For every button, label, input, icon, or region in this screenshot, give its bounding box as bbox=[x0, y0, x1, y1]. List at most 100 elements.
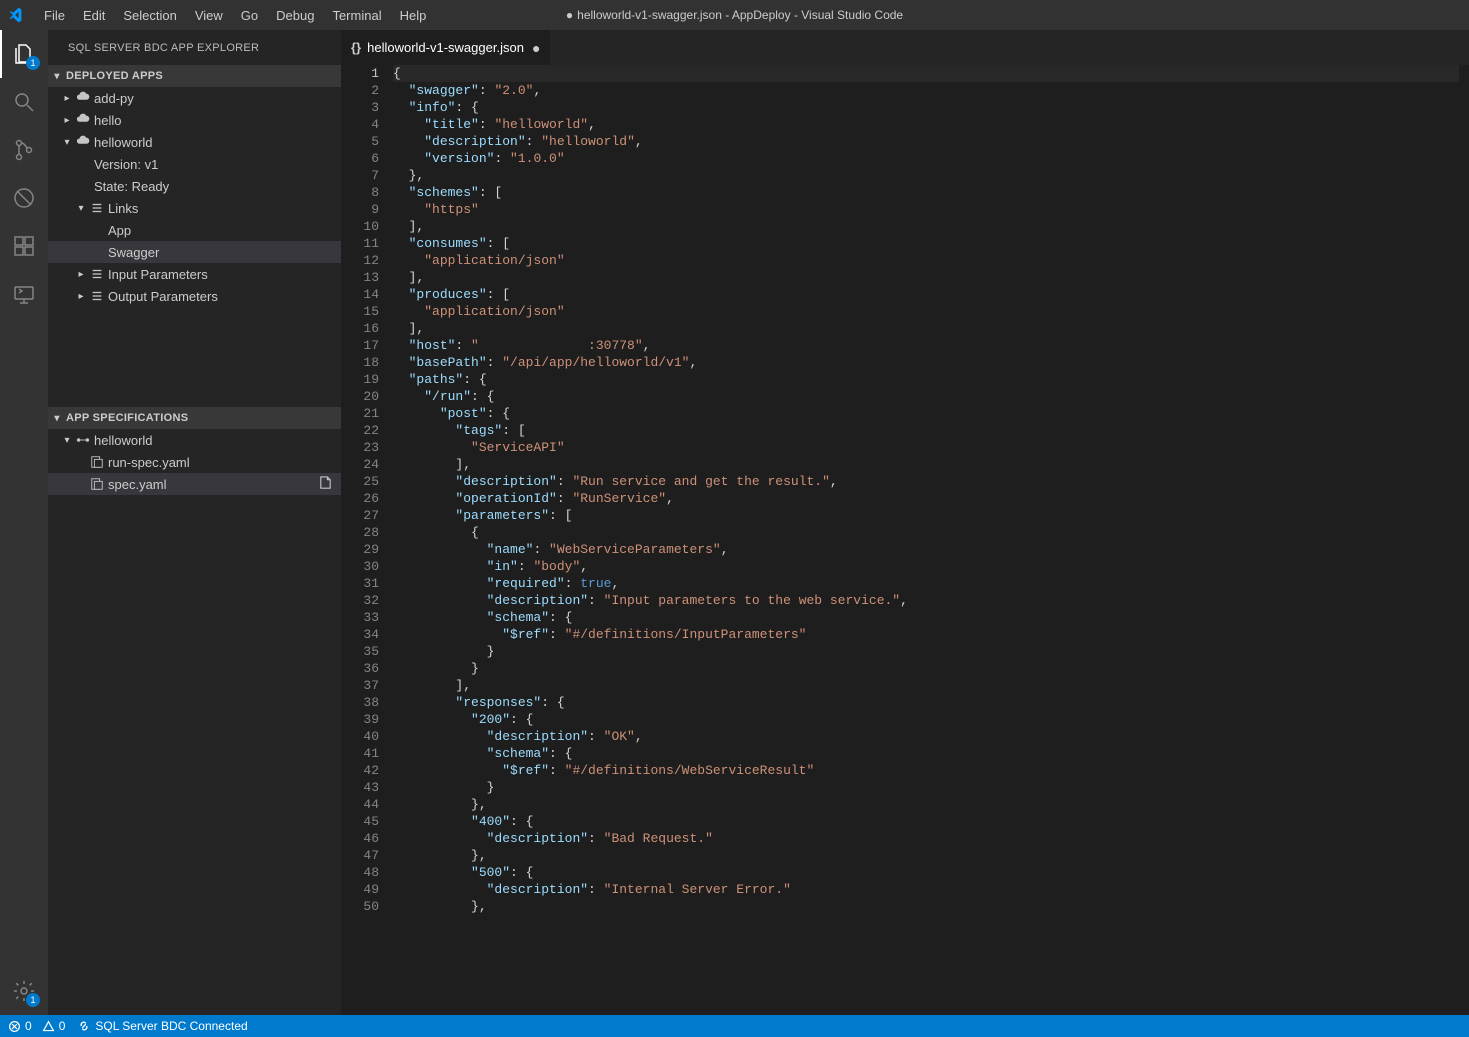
modified-dot-icon: ● bbox=[530, 40, 540, 56]
menu-edit[interactable]: Edit bbox=[74, 0, 114, 30]
tree-item-hello[interactable]: ▸ hello bbox=[48, 109, 341, 131]
line-number: 5 bbox=[341, 133, 379, 150]
code-line[interactable]: "schema": { bbox=[393, 745, 1459, 762]
cloud-icon bbox=[74, 113, 92, 127]
code-line[interactable]: }, bbox=[393, 847, 1459, 864]
code-line[interactable]: "paths": { bbox=[393, 371, 1459, 388]
tree-item-links[interactable]: ▾ Links bbox=[48, 197, 341, 219]
activity-explorer[interactable]: 1 bbox=[0, 30, 48, 78]
code-line[interactable]: "responses": { bbox=[393, 694, 1459, 711]
code-line[interactable]: ], bbox=[393, 456, 1459, 473]
activity-remote[interactable] bbox=[0, 270, 48, 318]
code-line[interactable]: "host": " :30778", bbox=[393, 337, 1459, 354]
code-content[interactable]: { "swagger": "2.0", "info": { "title": "… bbox=[393, 65, 1469, 1015]
activity-search[interactable] bbox=[0, 78, 48, 126]
code-line[interactable]: "required": true, bbox=[393, 575, 1459, 592]
code-line[interactable]: "basePath": "/api/app/helloworld/v1", bbox=[393, 354, 1459, 371]
code-line[interactable]: } bbox=[393, 660, 1459, 677]
new-file-icon[interactable] bbox=[318, 475, 333, 493]
code-line[interactable]: "description": "helloworld", bbox=[393, 133, 1459, 150]
chevron-down-icon: ▾ bbox=[74, 203, 88, 214]
menu-help[interactable]: Help bbox=[391, 0, 436, 30]
code-line[interactable]: "operationId": "RunService", bbox=[393, 490, 1459, 507]
code-line[interactable]: "description": "Bad Request." bbox=[393, 830, 1459, 847]
line-number: 17 bbox=[341, 337, 379, 354]
code-line[interactable]: "name": "WebServiceParameters", bbox=[393, 541, 1459, 558]
code-line[interactable]: ], bbox=[393, 269, 1459, 286]
code-line[interactable]: "parameters": [ bbox=[393, 507, 1459, 524]
code-line[interactable]: { bbox=[393, 65, 1459, 82]
tree-item-output-params[interactable]: ▸ Output Parameters bbox=[48, 285, 341, 307]
code-line[interactable]: "$ref": "#/definitions/InputParameters" bbox=[393, 626, 1459, 643]
activity-debug[interactable] bbox=[0, 174, 48, 222]
menu-go[interactable]: Go bbox=[232, 0, 267, 30]
app-specifications-header[interactable]: ▾ APP SPECIFICATIONS bbox=[48, 407, 341, 429]
code-line[interactable]: "description": "Input parameters to the … bbox=[393, 592, 1459, 609]
menu-terminal[interactable]: Terminal bbox=[323, 0, 390, 30]
code-line[interactable]: "ServiceAPI" bbox=[393, 439, 1459, 456]
code-line[interactable]: "version": "1.0.0" bbox=[393, 150, 1459, 167]
code-line[interactable]: { bbox=[393, 524, 1459, 541]
menu-selection[interactable]: Selection bbox=[114, 0, 185, 30]
tree-item-spec-helloworld[interactable]: ▾ helloworld bbox=[48, 429, 341, 451]
code-line[interactable]: "/run": { bbox=[393, 388, 1459, 405]
line-number: 26 bbox=[341, 490, 379, 507]
line-number: 42 bbox=[341, 762, 379, 779]
code-line[interactable]: "application/json" bbox=[393, 303, 1459, 320]
code-line[interactable]: "tags": [ bbox=[393, 422, 1459, 439]
deployed-apps-header[interactable]: ▾ DEPLOYED APPS bbox=[48, 65, 341, 87]
code-line[interactable]: } bbox=[393, 643, 1459, 660]
code-line[interactable]: "schemes": [ bbox=[393, 184, 1459, 201]
code-line[interactable]: "description": "Internal Server Error." bbox=[393, 881, 1459, 898]
editor-tab-swagger-json[interactable]: {} helloworld-v1-swagger.json ● bbox=[341, 30, 550, 65]
code-line[interactable]: "400": { bbox=[393, 813, 1459, 830]
activity-scm[interactable] bbox=[0, 126, 48, 174]
code-line[interactable]: "consumes": [ bbox=[393, 235, 1459, 252]
tree-item-add-py[interactable]: ▸ add-py bbox=[48, 87, 341, 109]
tree-item-link-app[interactable]: App bbox=[48, 219, 341, 241]
tree-item-version[interactable]: Version: v1 bbox=[48, 153, 341, 175]
app-specifications-tree: ▾ helloworld run-spec.yaml spec.yaml bbox=[48, 429, 341, 1015]
side-bar: SQL SERVER BDC APP EXPLORER ▾ DEPLOYED A… bbox=[48, 30, 341, 1015]
menu-view[interactable]: View bbox=[186, 0, 232, 30]
line-number: 43 bbox=[341, 779, 379, 796]
code-line[interactable]: "schema": { bbox=[393, 609, 1459, 626]
code-line[interactable]: "500": { bbox=[393, 864, 1459, 881]
tree-item-run-spec[interactable]: run-spec.yaml bbox=[48, 451, 341, 473]
code-line[interactable]: ], bbox=[393, 320, 1459, 337]
code-line[interactable]: "description": "Run service and get the … bbox=[393, 473, 1459, 490]
code-line[interactable]: }, bbox=[393, 796, 1459, 813]
code-line[interactable]: "produces": [ bbox=[393, 286, 1459, 303]
code-line[interactable]: "200": { bbox=[393, 711, 1459, 728]
code-line[interactable]: "application/json" bbox=[393, 252, 1459, 269]
code-line[interactable]: } bbox=[393, 779, 1459, 796]
line-number: 7 bbox=[341, 167, 379, 184]
status-connection[interactable]: SQL Server BDC Connected bbox=[77, 1019, 247, 1033]
status-problems[interactable]: 0 0 bbox=[8, 1019, 65, 1033]
menu-debug[interactable]: Debug bbox=[267, 0, 323, 30]
tree-item-helloworld[interactable]: ▾ helloworld bbox=[48, 131, 341, 153]
code-editor[interactable]: 1234567891011121314151617181920212223242… bbox=[341, 65, 1469, 1015]
tree-item-spec-yaml[interactable]: spec.yaml bbox=[48, 473, 341, 495]
code-line[interactable]: ], bbox=[393, 218, 1459, 235]
code-line[interactable]: "title": "helloworld", bbox=[393, 116, 1459, 133]
code-line[interactable]: "https" bbox=[393, 201, 1459, 218]
code-line[interactable]: "swagger": "2.0", bbox=[393, 82, 1459, 99]
code-line[interactable]: "post": { bbox=[393, 405, 1459, 422]
tree-item-state[interactable]: State: Ready bbox=[48, 175, 341, 197]
activity-settings[interactable]: 1 bbox=[0, 967, 48, 1015]
code-line[interactable]: "description": "OK", bbox=[393, 728, 1459, 745]
tree-item-link-swagger[interactable]: Swagger bbox=[48, 241, 341, 263]
code-line[interactable]: }, bbox=[393, 898, 1459, 915]
yaml-file-icon bbox=[88, 455, 106, 469]
code-line[interactable]: }, bbox=[393, 167, 1459, 184]
menu-file[interactable]: File bbox=[35, 0, 74, 30]
code-line[interactable]: ], bbox=[393, 677, 1459, 694]
code-line[interactable]: "$ref": "#/definitions/WebServiceResult" bbox=[393, 762, 1459, 779]
chevron-right-icon: ▸ bbox=[74, 269, 88, 280]
code-line[interactable]: "in": "body", bbox=[393, 558, 1459, 575]
code-line[interactable]: "info": { bbox=[393, 99, 1459, 116]
cloud-icon bbox=[74, 91, 92, 105]
activity-extensions[interactable] bbox=[0, 222, 48, 270]
tree-item-input-params[interactable]: ▸ Input Parameters bbox=[48, 263, 341, 285]
